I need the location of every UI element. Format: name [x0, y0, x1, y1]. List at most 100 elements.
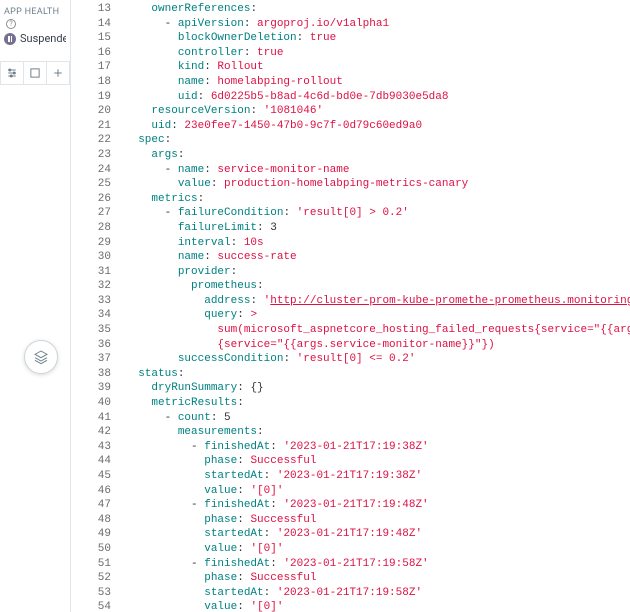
plus-icon: [52, 67, 64, 79]
code-line: value: '[0]': [125, 600, 630, 612]
line-number: 20: [71, 104, 111, 119]
plus-button[interactable]: [47, 62, 70, 84]
code-line: - finishedAt: '2023-01-21T17:19:38Z': [125, 440, 630, 455]
line-number: 49: [71, 527, 111, 542]
code-line: - count: 5: [125, 411, 630, 426]
line-number: 30: [71, 250, 111, 265]
line-number: 35: [71, 323, 111, 338]
side-panel: APP HEALTH ? Suspended: [0, 0, 70, 612]
code-line: - apiVersion: argoproj.io/v1alpha1: [125, 17, 630, 32]
code-line: uid: 23e0fee7-1450-47b0-9c7f-0d79c60ed9a…: [125, 119, 630, 134]
line-number: 50: [71, 542, 111, 557]
code-line: status:: [125, 367, 630, 382]
line-number: 41: [71, 411, 111, 426]
line-number: 33: [71, 294, 111, 309]
line-number: 40: [71, 396, 111, 411]
code-line: startedAt: '2023-01-21T17:19:38Z': [125, 469, 630, 484]
line-number: 47: [71, 498, 111, 513]
code-line: kind: Rollout: [125, 60, 630, 75]
line-gutter: 1314151617181920212223242526272829303132…: [71, 0, 121, 612]
help-icon[interactable]: ?: [6, 19, 16, 29]
line-number: 45: [71, 469, 111, 484]
line-number: 16: [71, 46, 111, 61]
code-line: successCondition: 'result[0] <= 0.2': [125, 352, 630, 367]
line-number: 42: [71, 425, 111, 440]
code-line: measurements:: [125, 425, 630, 440]
line-number: 22: [71, 133, 111, 148]
code-line: name: homelabping-rollout: [125, 75, 630, 90]
line-number: 18: [71, 75, 111, 90]
line-number: 15: [71, 31, 111, 46]
code-line: query: >: [125, 308, 630, 323]
code-line: startedAt: '2023-01-21T17:19:48Z': [125, 527, 630, 542]
line-number: 24: [71, 163, 111, 178]
code-line: name: success-rate: [125, 250, 630, 265]
line-number: 21: [71, 119, 111, 134]
code-line: ownerReferences:: [125, 2, 630, 17]
line-number: 54: [71, 600, 111, 612]
code-line: provider:: [125, 265, 630, 280]
line-number: 17: [71, 60, 111, 75]
code-line: interval: 10s: [125, 236, 630, 251]
line-number: 26: [71, 192, 111, 207]
expand-icon: [29, 67, 41, 79]
code-line: - failureCondition: 'result[0] > 0.2': [125, 206, 630, 221]
sliders-icon: [6, 67, 18, 79]
line-number: 46: [71, 484, 111, 499]
code-line: failureLimit: 3: [125, 221, 630, 236]
line-number: 38: [71, 367, 111, 382]
line-number: 25: [71, 177, 111, 192]
code-line: resourceVersion: '1081046': [125, 104, 630, 119]
line-number: 34: [71, 308, 111, 323]
code-line: prometheus:: [125, 279, 630, 294]
mini-toolbar: [0, 61, 70, 85]
line-number: 27: [71, 206, 111, 221]
code-line: metricResults:: [125, 396, 630, 411]
code-line: value: '[0]': [125, 484, 630, 499]
code-line: startedAt: '2023-01-21T17:19:58Z': [125, 586, 630, 601]
layers-icon: [33, 349, 49, 365]
status-row: Suspended: [0, 32, 70, 45]
line-number: 39: [71, 381, 111, 396]
code-line: - finishedAt: '2023-01-21T17:19:58Z': [125, 557, 630, 572]
line-number: 14: [71, 17, 111, 32]
expand-button[interactable]: [24, 62, 47, 84]
line-number: 37: [71, 352, 111, 367]
code-line: - finishedAt: '2023-01-21T17:19:48Z': [125, 498, 630, 513]
code-line: - name: service-monitor-name: [125, 163, 630, 178]
line-number: 13: [71, 2, 111, 17]
line-number: 51: [71, 557, 111, 572]
line-number: 19: [71, 90, 111, 105]
line-number: 43: [71, 440, 111, 455]
code-line: args:: [125, 148, 630, 163]
line-number: 48: [71, 513, 111, 528]
line-number: 31: [71, 265, 111, 280]
line-number: 28: [71, 221, 111, 236]
layers-fab[interactable]: [24, 340, 58, 374]
status-text: Suspended: [20, 32, 66, 45]
line-number: 32: [71, 279, 111, 294]
code-line: phase: Successful: [125, 454, 630, 469]
line-number: 36: [71, 338, 111, 353]
line-number: 29: [71, 236, 111, 251]
code-line: value: '[0]': [125, 542, 630, 557]
code-line: {service="{{args.service-monitor-name}}"…: [125, 338, 630, 353]
code-line: blockOwnerDeletion: true: [125, 31, 630, 46]
code-line: phase: Successful: [125, 571, 630, 586]
yaml-code[interactable]: ownerReferences: - apiVersion: argoproj.…: [121, 0, 630, 612]
pause-icon: [4, 33, 16, 45]
code-line: controller: true: [125, 46, 630, 61]
code-panel: 1314151617181920212223242526272829303132…: [70, 0, 630, 612]
code-line: dryRunSummary: {}: [125, 381, 630, 396]
line-number: 44: [71, 454, 111, 469]
app-health-label: APP HEALTH: [4, 7, 59, 17]
code-line: phase: Successful: [125, 513, 630, 528]
code-line: value: production-homelabping-metrics-ca…: [125, 177, 630, 192]
code-line: spec:: [125, 133, 630, 148]
line-number: 53: [71, 586, 111, 601]
code-line: metrics:: [125, 192, 630, 207]
code-line: sum(microsoft_aspnetcore_hosting_failed_…: [125, 323, 630, 338]
side-header: APP HEALTH ?: [0, 0, 70, 30]
adjust-button[interactable]: [1, 62, 24, 84]
line-number: 52: [71, 571, 111, 586]
